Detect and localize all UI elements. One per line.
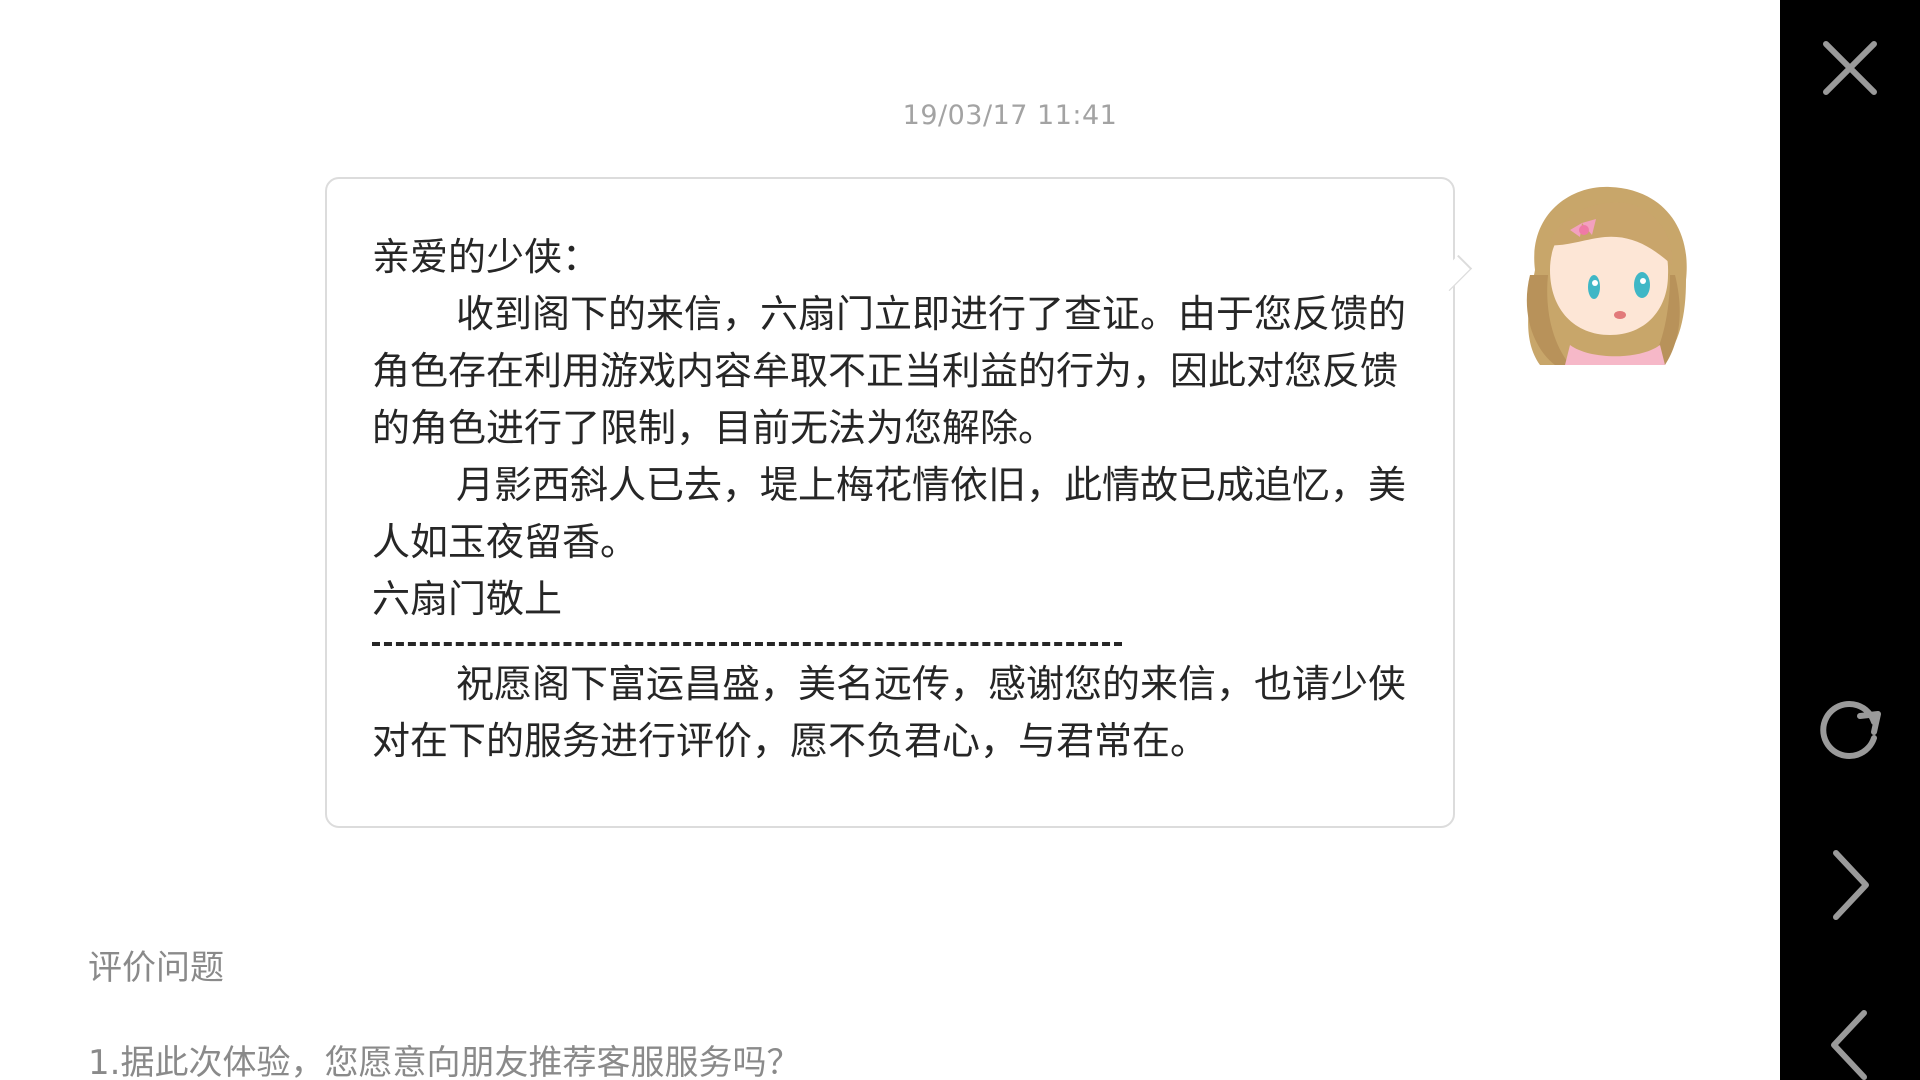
rating-question: 1.据此次体验，您愿意向朋友推荐客服服务吗？: [88, 1043, 801, 1080]
close-icon: [1823, 41, 1877, 95]
message-paragraph: 收到阁下的来信，六扇门立即进行了查证。由于您反馈的角色存在利用游戏内容牟取不正当…: [372, 292, 1407, 450]
forward-button[interactable]: [1800, 835, 1900, 935]
message-separator: [372, 642, 1122, 646]
message-greeting: 亲爱的少侠：: [372, 235, 601, 279]
message-paragraph: 月影西斜人已去，堤上梅花情依旧，此情故已成追忆，美人如玉夜留香。: [372, 463, 1407, 564]
rating-title: 评价问题: [88, 948, 224, 988]
agent-avatar: [1510, 175, 1695, 365]
refresh-button[interactable]: [1800, 680, 1900, 780]
customer-service-page: 19/03/17 11:41 亲爱的少侠： 收到阁下的来信，六扇门立即进行了查证…: [0, 0, 1920, 1080]
forward-icon: [1833, 850, 1869, 920]
message-signature: 六扇门敬上: [372, 577, 563, 621]
refresh-icon: [1820, 701, 1881, 759]
message-bubble: 亲爱的少侠： 收到阁下的来信，六扇门立即进行了查证。由于您反馈的角色存在利用游戏…: [325, 177, 1473, 828]
message-text: 亲爱的少侠： 收到阁下的来信，六扇门立即进行了查证。由于您反馈的角色存在利用游戏…: [372, 229, 1432, 770]
close-button[interactable]: [1800, 18, 1900, 118]
back-button[interactable]: [1800, 995, 1900, 1080]
bubble-tail: [1435, 254, 1473, 292]
girl-avatar-icon: [1526, 186, 1687, 365]
message-paragraph: 祝愿阁下富运昌盛，美名远传，感谢您的来信，也请少侠对在下的服务进行评价，愿不负君…: [372, 662, 1407, 763]
right-toolbar: [1780, 0, 1920, 1080]
back-icon: [1831, 1010, 1867, 1080]
chat-area: 19/03/17 11:41 亲爱的少侠： 收到阁下的来信，六扇门立即进行了查证…: [0, 0, 1780, 1080]
message-timestamp: 19/03/17 11:41: [902, 100, 1118, 131]
